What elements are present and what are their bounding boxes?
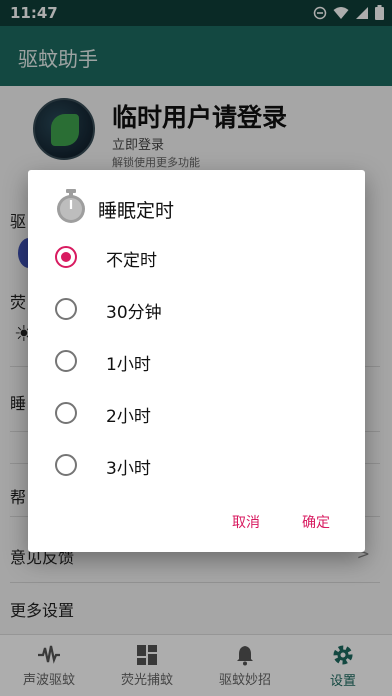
- radio-unchecked-icon[interactable]: [55, 298, 77, 320]
- option-label: 1小时: [106, 355, 151, 375]
- radio-unchecked-icon[interactable]: [55, 454, 77, 476]
- cancel-button[interactable]: 取消: [232, 512, 260, 532]
- option-30-min[interactable]: 30分钟: [28, 286, 365, 334]
- option-label: 3小时: [106, 459, 151, 479]
- option-label: 30分钟: [106, 303, 162, 323]
- option-1-hour[interactable]: 1小时: [28, 338, 365, 386]
- option-label: 不定时: [106, 251, 157, 271]
- option-3-hours[interactable]: 3小时: [28, 442, 365, 490]
- radio-checked-icon[interactable]: [55, 246, 77, 268]
- radio-unchecked-icon[interactable]: [55, 350, 77, 372]
- confirm-button[interactable]: 确定: [302, 512, 330, 532]
- stopwatch-icon: [57, 189, 85, 223]
- option-no-timer[interactable]: 不定时: [28, 234, 365, 282]
- sleep-timer-dialog: 睡眠定时 不定时 30分钟 1小时 2小时 3小时 取消 确定: [28, 170, 365, 552]
- radio-unchecked-icon[interactable]: [55, 402, 77, 424]
- dialog-title: 睡眠定时: [98, 200, 175, 222]
- option-label: 2小时: [106, 407, 151, 427]
- option-2-hours[interactable]: 2小时: [28, 390, 365, 438]
